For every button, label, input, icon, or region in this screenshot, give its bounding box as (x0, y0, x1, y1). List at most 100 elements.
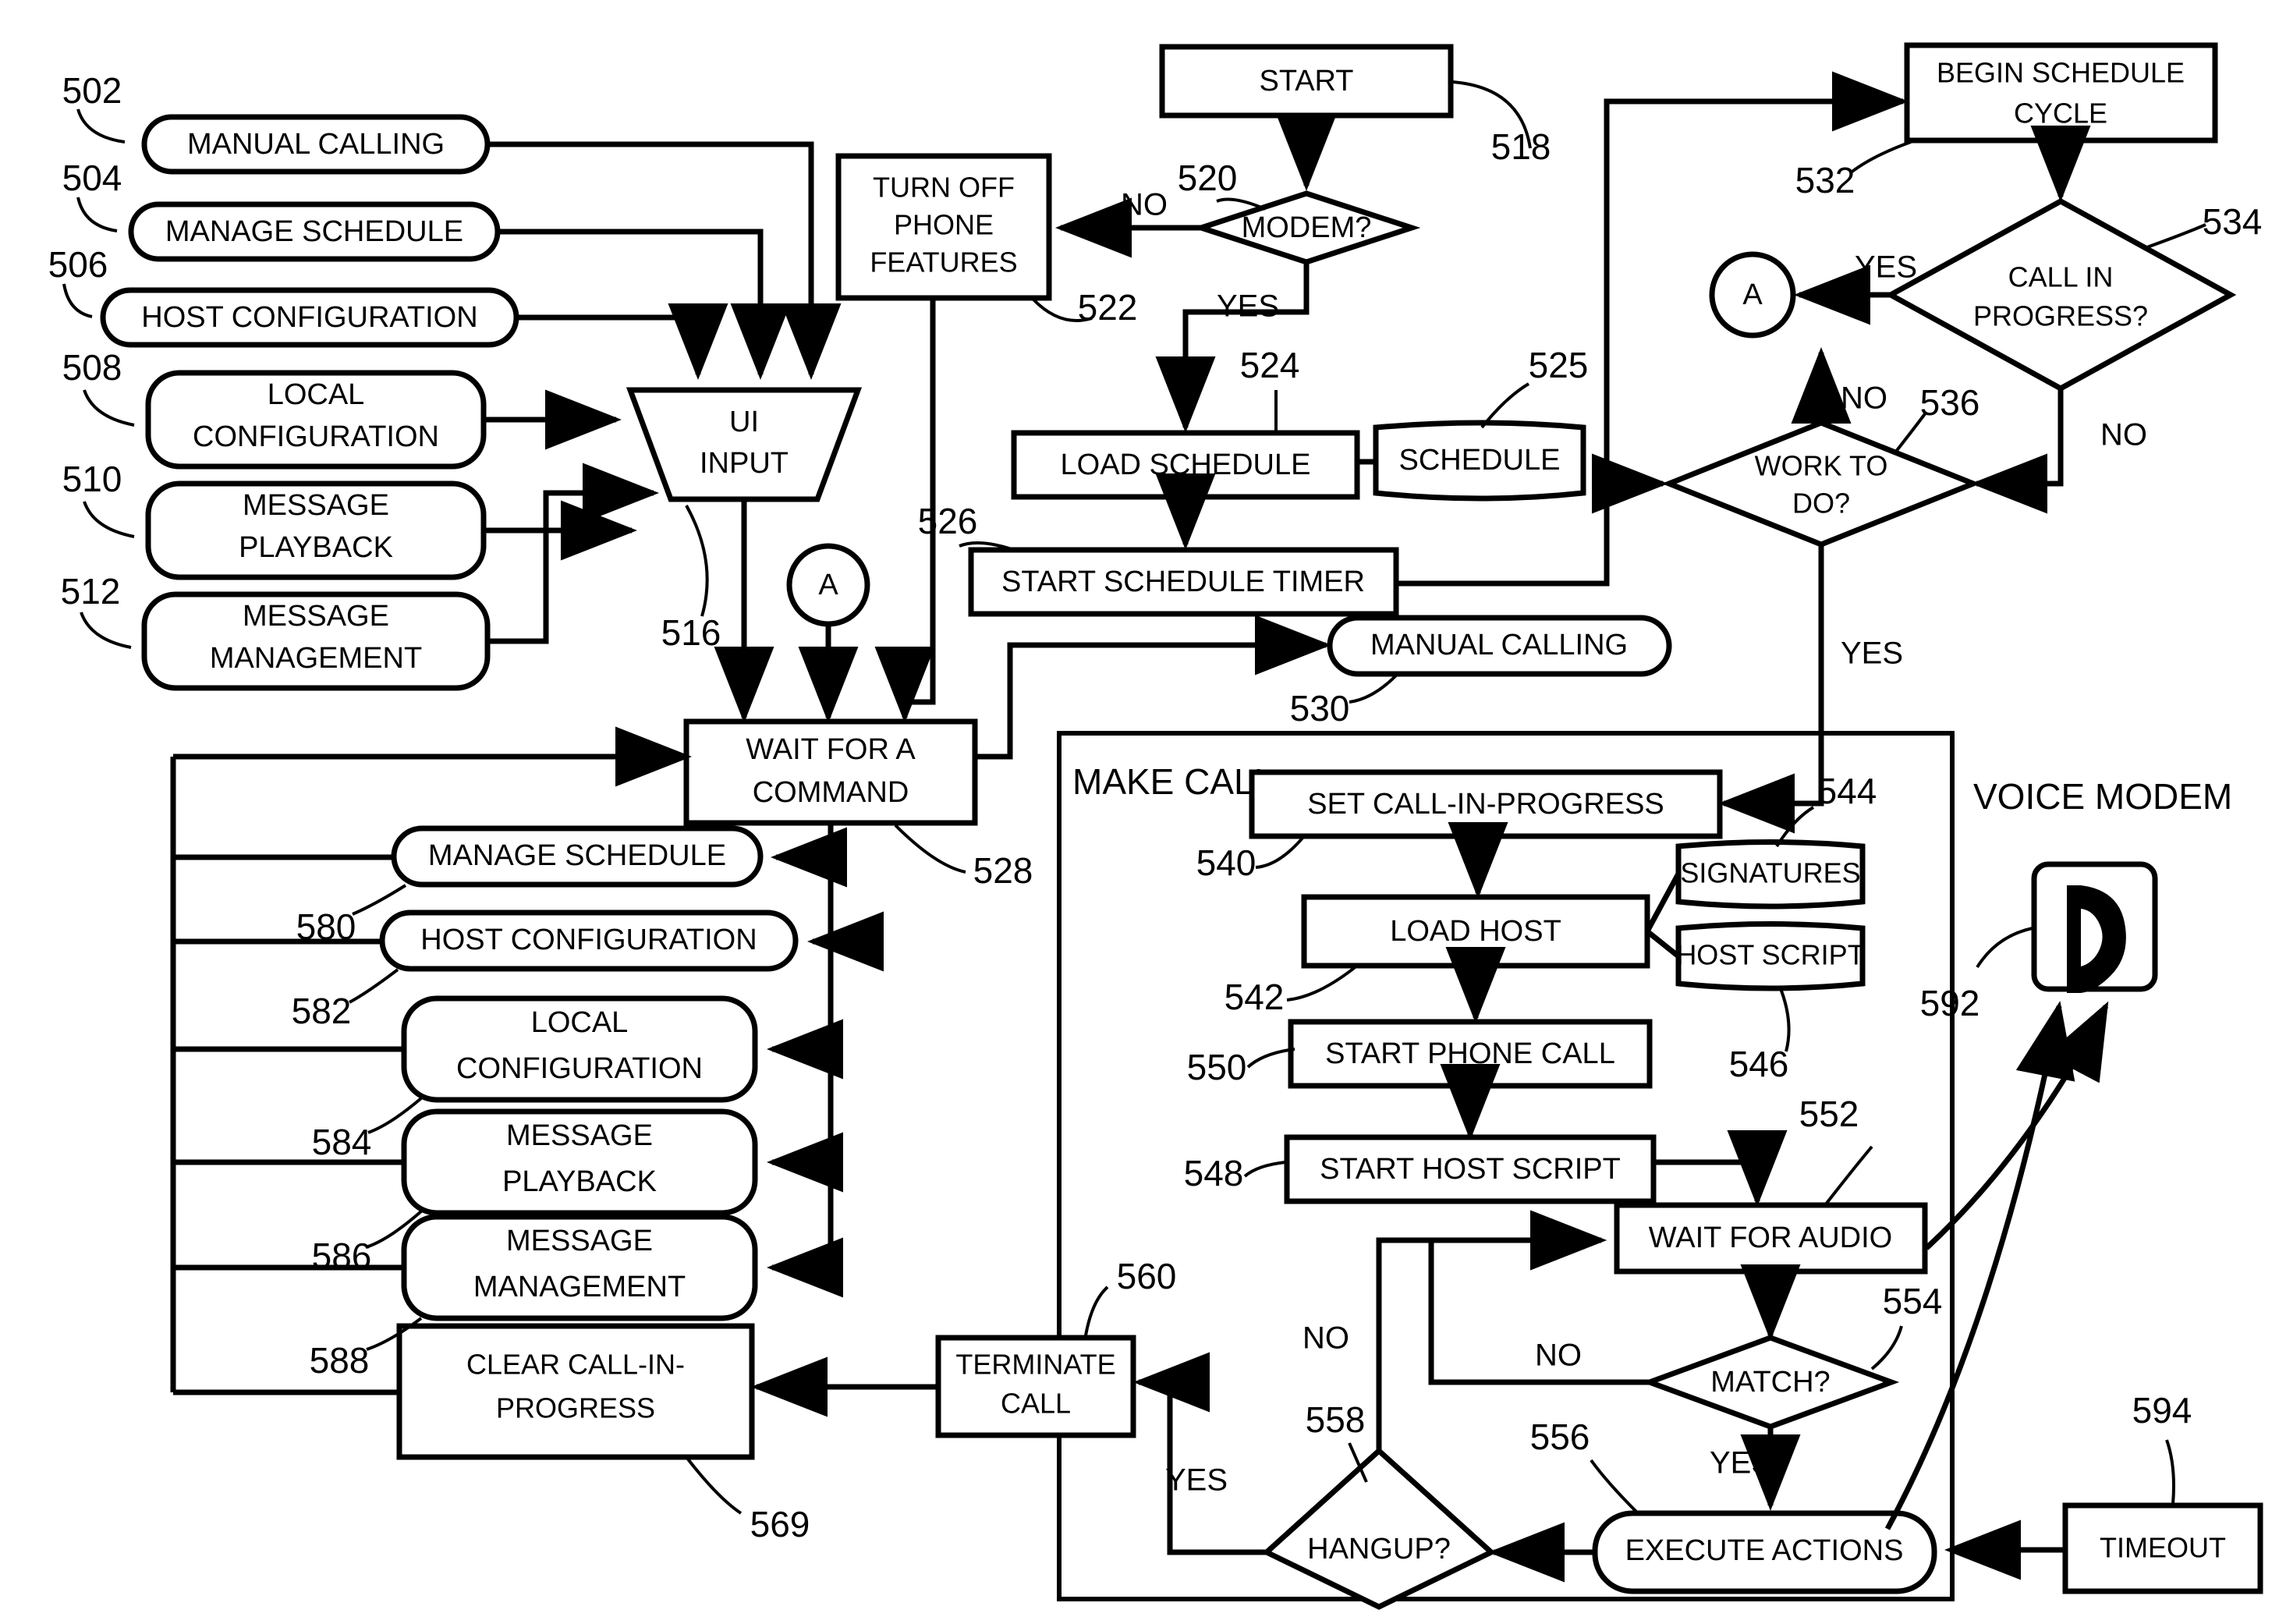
node-set-call-in-progress: SET CALL-IN-PROGRESS 540 (1196, 769, 1723, 883)
node-label-line2: CONFIGURATION (193, 420, 439, 453)
ref-numeral: 540 (1196, 842, 1256, 883)
edge-start-host-script-to-wait-audio (1653, 1130, 1788, 1207)
node-label: MANUAL CALLING (187, 128, 445, 161)
node-label: START HOST SCRIPT (1320, 1153, 1621, 1186)
ref-numeral: 594 (2132, 1390, 2192, 1431)
edge-signatures-to-load-host (1644, 872, 1682, 933)
edge-wait-command-to-host-configuration-bottom (807, 857, 884, 972)
node-label: TIMEOUT (2100, 1532, 2226, 1564)
ref-numeral: 524 (1240, 345, 1300, 385)
edge-label-hangup-no: NO (1303, 1321, 1349, 1356)
ref-numeral: 530 (1290, 688, 1350, 729)
node-label-line3: FEATURES (870, 246, 1017, 278)
ref-numeral: 582 (292, 991, 352, 1031)
node-clear-call-in-progress: CLEAR CALL-IN- PROGRESS 569 (396, 1323, 810, 1544)
edge-label-modem-yes: YES (1217, 289, 1279, 324)
node-label-line2: MANAGEMENT (473, 1271, 686, 1303)
connector-a-right: A (1709, 251, 1796, 339)
ref-numeral: 550 (1187, 1047, 1247, 1087)
node-label: MATCH? (1710, 1366, 1830, 1399)
ref-numeral: 546 (1729, 1044, 1789, 1084)
ref-numeral: 552 (1799, 1094, 1859, 1134)
node-label-line1: LOCAL (531, 1006, 629, 1039)
node-label-line1: BEGIN SCHEDULE (1937, 57, 2185, 89)
ref-numeral: 542 (1225, 977, 1285, 1017)
node-label-line1: LOCAL (268, 378, 365, 411)
edge-wait-command-to-message-playback-bottom (767, 1049, 843, 1193)
ref-numeral: 536 (1920, 382, 1980, 423)
connector-a-left: A (786, 543, 870, 627)
node-turn-off-phone-features: TURN OFF PHONE FEATURES 522 (835, 153, 1137, 328)
node-label-line1: MESSAGE (243, 489, 389, 522)
edge-host-script-to-load-host (1645, 929, 1681, 959)
node-label: HOST SCRIPT (1676, 939, 1864, 971)
node-label-line2: CYCLE (2014, 98, 2107, 129)
node-label: HOST CONFIGURATION (420, 924, 757, 956)
ref-numeral: 528 (973, 850, 1033, 891)
node-label-line2: PROGRESS? (1973, 300, 2148, 332)
node-execute-actions: EXECUTE ACTIONS 556 (1530, 1417, 1937, 1594)
ref-numeral: 520 (1178, 158, 1238, 198)
node-label: MODEM? (1242, 211, 1372, 244)
ref-numeral: 588 (310, 1340, 370, 1381)
node-manual-calling-top: MANUAL CALLING 502 (62, 70, 491, 175)
node-label-line1: WAIT FOR A (746, 733, 916, 766)
node-label-line2: COMMAND (753, 776, 909, 809)
ref-numeral: 544 (1817, 771, 1877, 811)
node-label-line2: CONFIGURATION (456, 1052, 703, 1085)
node-message-management-top: MESSAGE MANAGEMENT 512 (61, 571, 491, 691)
node-start-phone-call: START PHONE CALL 550 (1187, 1019, 1653, 1089)
node-label-line2: DO? (1792, 488, 1850, 519)
voice-modem-panel-label: VOICE MODEM (1973, 776, 2232, 817)
node-schedule-store: SCHEDULE 525 (1373, 345, 1588, 502)
ref-numeral: 548 (1184, 1153, 1244, 1193)
node-label: START PHONE CALL (1325, 1037, 1615, 1070)
node-label: MANAGE SCHEDULE (428, 839, 726, 872)
node-label-line2: CALL (1001, 1388, 1071, 1420)
node-label: LOAD SCHEDULE (1061, 449, 1311, 481)
node-label: SIGNATURES (1680, 857, 1860, 889)
node-label: START (1259, 65, 1353, 98)
node-message-playback-top: MESSAGE PLAYBACK 510 (62, 459, 487, 580)
edge-label-call-in-progress-no: NO (2100, 418, 2147, 452)
node-label-line2: PLAYBACK (502, 1165, 657, 1198)
ref-numeral: 508 (62, 347, 122, 388)
ref-numeral: 526 (918, 501, 978, 541)
ref-numeral: 584 (312, 1122, 372, 1162)
node-start: START 518 (1159, 44, 1551, 167)
flowchart-svg: MANUAL CALLING 502 MANAGE SCHEDULE 504 H… (48, 42, 2263, 1610)
ref-numeral: 569 (750, 1504, 810, 1544)
ref-numeral: 556 (1530, 1417, 1590, 1457)
node-work-to-do-decision: WORK TO DO? 536 (1661, 382, 1981, 548)
edge-message-management-to-ui-input (487, 463, 659, 644)
edge-label-match-yes: YES (1710, 1446, 1772, 1480)
ref-numeral: 560 (1117, 1256, 1177, 1296)
node-label: SET CALL-IN-PROGRESS (1307, 788, 1664, 821)
node-label-line2: PHONE (894, 209, 994, 241)
edge-wait-command-to-manage-schedule-bottom (771, 823, 847, 888)
edge-work-to-do-yes-to-set-call-in-progress (1718, 544, 1824, 834)
node-host-script-store: HOST SCRIPT 546 (1675, 921, 1866, 1084)
node-begin-schedule-cycle: BEGIN SCHEDULE CYCLE 532 (1795, 42, 2218, 200)
edge-host-configuration-to-ui-input (516, 303, 728, 380)
node-label-line1: MESSAGE (506, 1225, 653, 1257)
node-start-schedule-timer: START SCHEDULE TIMER 526 (918, 501, 1399, 617)
node-label: MANUAL CALLING (1370, 629, 1628, 661)
edge-manage-schedule-to-ui-input (498, 229, 791, 380)
node-modem-decision: MODEM? 520 (1178, 158, 1421, 265)
ref-numeral: 504 (62, 158, 122, 198)
ref-numeral: 518 (1491, 126, 1551, 167)
ref-numeral: 592 (1920, 983, 1980, 1023)
node-label-line1: MESSAGE (506, 1119, 653, 1152)
node-wait-for-audio: WAIT FOR AUDIO 552 (1614, 1094, 1928, 1275)
edge-label-work-to-do-no: NO (1841, 381, 1887, 416)
node-label-line1: WORK TO (1755, 450, 1888, 482)
edge-label-hangup-yes: YES (1165, 1463, 1228, 1498)
ref-numeral: 554 (1883, 1281, 1943, 1321)
node-label-line1: CLEAR CALL-IN- (466, 1349, 685, 1381)
node-label: HANGUP? (1307, 1533, 1451, 1565)
edge-label-match-no: NO (1535, 1339, 1582, 1373)
connector-label: A (1742, 278, 1763, 311)
edge-wait-command-to-message-management-bottom (767, 1162, 843, 1298)
node-match-decision: MATCH? 554 (1641, 1281, 1943, 1430)
